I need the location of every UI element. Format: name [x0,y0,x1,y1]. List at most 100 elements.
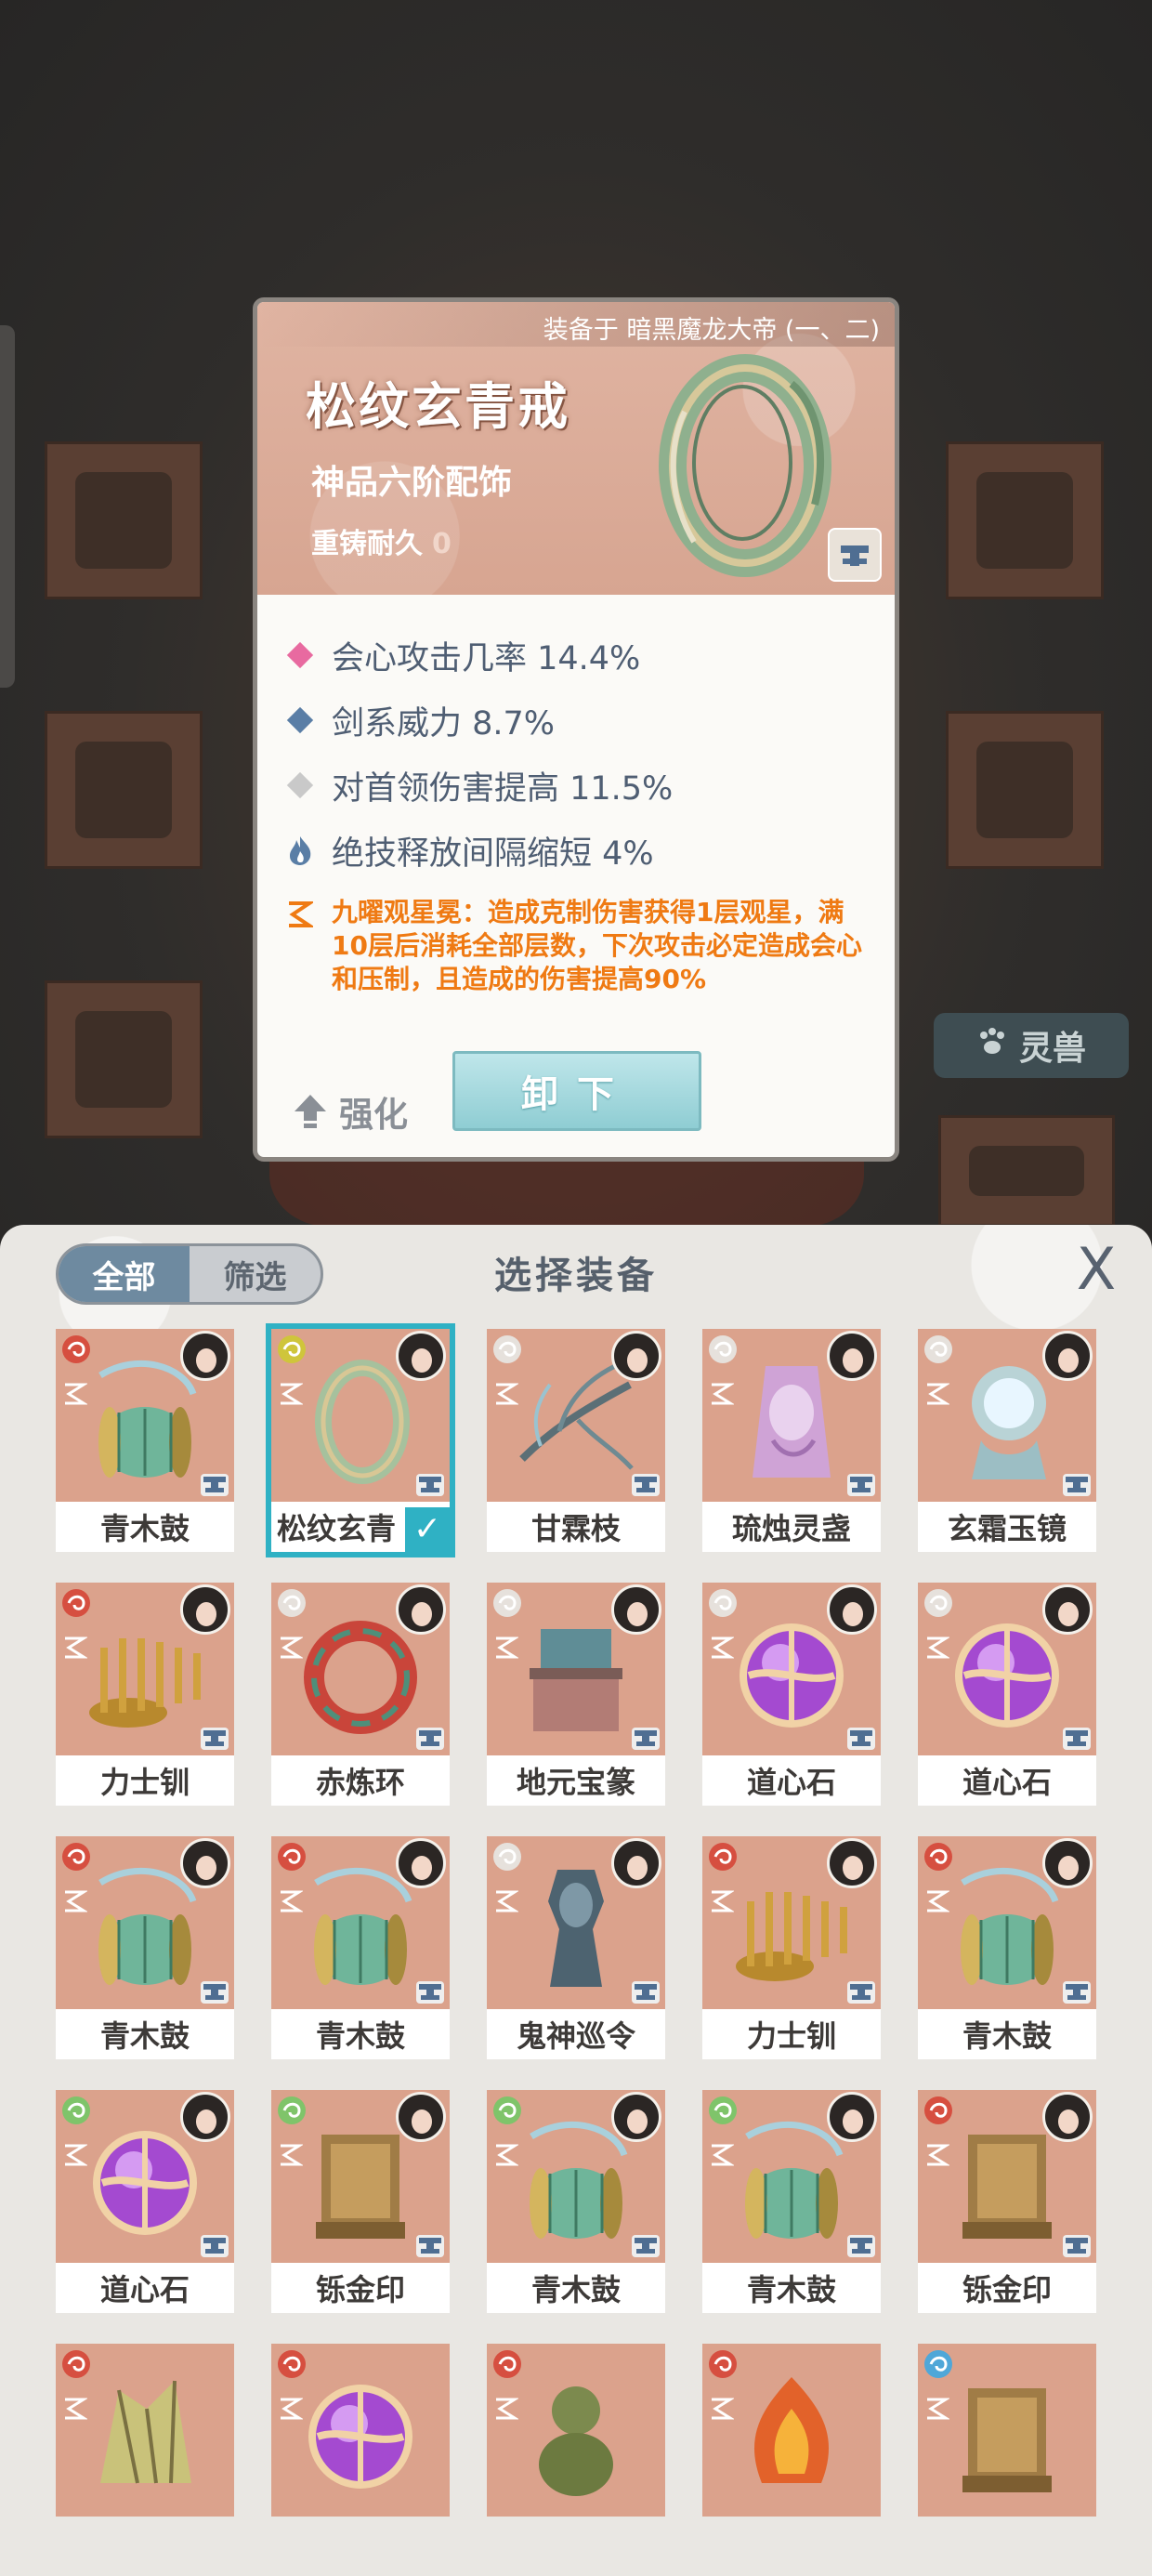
equipment-tile[interactable]: 道心石 [702,1583,881,1806]
branch-icon [519,1363,634,1470]
lock-icon [847,2235,875,2257]
sect-icon [922,1586,955,1620]
strengthen-label: 强化 [339,1095,408,1135]
sect-icon [706,1840,740,1873]
drum-icon [314,1867,412,1985]
sect-icon [922,1333,955,1366]
item-art [271,2344,450,2517]
attribute-icon [492,2396,520,2422]
attribute-icon [708,2142,736,2168]
attribute-icon [277,2142,305,2168]
equipment-tile[interactable] [56,2344,234,2517]
upgrade-arrow-icon [295,1095,326,1128]
bg-equip-slot[interactable] [45,980,203,1138]
beast-button[interactable]: 灵兽 [934,1013,1129,1078]
equipment-tile[interactable] [487,2344,665,2517]
equipment-tile[interactable]: 地元宝篆 [487,1583,665,1806]
unequip-button[interactable]: 卸下 [452,1051,701,1131]
lock-button[interactable] [828,528,882,582]
lock-icon [847,1728,875,1750]
owner-avatar [396,2092,446,2142]
owner-avatar [1042,1838,1093,1888]
crystal-icon [100,2380,191,2484]
orb-icon [955,1623,1059,1728]
panel-title: 选择装备 [494,1255,658,1297]
equipment-name: 铄金印 [315,2272,405,2307]
equipment-tile[interactable]: 力士钏 [702,1836,881,2059]
equipment-tile[interactable]: 力士钏 [56,1583,234,1806]
lock-icon [416,2235,444,2257]
owner-avatar [396,1584,446,1635]
equipment-name: 甘霖枝 [530,1511,621,1546]
equipment-tile[interactable]: 青木鼓 [702,2090,881,2313]
close-button[interactable]: X [1068,1241,1124,1298]
equipment-tile[interactable]: 青木鼓 [487,2090,665,2313]
equipment-tile[interactable]: 鬼神巡令 [487,1836,665,2059]
close-icon: X [1076,1235,1117,1303]
equipment-tile[interactable]: 甘霖枝 [487,1329,665,1552]
lock-icon [416,1728,444,1750]
jade-ring-icon [659,354,831,577]
equipment-tile[interactable]: 琉烛灵盏 [702,1329,881,1552]
equipment-name: 青木鼓 [746,2272,836,2307]
sect-icon [59,2347,93,2381]
equipment-tile[interactable]: 青木鼓 [56,1329,234,1552]
lock-icon [632,1981,660,2004]
equipment-name: 地元宝篆 [516,1765,635,1800]
bg-beast-slot[interactable] [938,1115,1115,1227]
equipment-name: 玄霜玉镜 [947,1511,1067,1546]
bg-equip-slot[interactable] [946,711,1104,869]
sect-icon [491,1333,524,1366]
attribute-icon [708,1635,736,1661]
equipment-name: 青木鼓 [962,2018,1052,2054]
sect-icon [59,1840,93,1873]
item-art [487,2344,665,2517]
sect-icon [922,2094,955,2127]
equipment-name: 青木鼓 [530,2272,621,2307]
equipment-tile[interactable]: 松纹玄青 ✓ [266,1323,455,1557]
bg-equip-slot[interactable] [45,441,203,599]
strengthen-button[interactable]: 强化 [293,1086,408,1137]
owner-avatar [180,2092,230,2142]
equipment-tile[interactable]: 赤炼环 [271,1583,450,1806]
bg-equip-slot[interactable] [946,441,1104,599]
equipment-name: 青木鼓 [99,1511,190,1546]
equipment-tile[interactable]: 青木鼓 [918,1836,1096,2059]
equipment-tile[interactable] [918,2344,1096,2517]
item-detail-card: 装备于 暗黑魔龙大帝 (一、二) 松纹玄青戒 神品六阶配饰 重铸耐久 0 会心攻击… [253,297,899,1162]
owner-avatar [827,1838,877,1888]
set-skill: 九曜观星冕：造成克制伤害获得1层观星，满10层后消耗全部层数，下次攻击必定造成会… [285,896,872,996]
sect-icon [922,2347,955,2381]
sect-icon [491,2347,524,2381]
equipment-tile[interactable] [271,2344,450,2517]
equipment-tile[interactable]: 道心石 [56,2090,234,2313]
equipment-name: 鬼神巡令 [516,2018,635,2054]
drum-icon [98,1360,197,1478]
equipment-tile[interactable]: 道心石 [918,1583,1096,1806]
recast-durability: 重铸耐久 0 [311,520,452,561]
stat-text: 会心攻击几率 14.4% [332,639,641,677]
owner-avatar [1042,1331,1093,1381]
drum-icon [98,1867,197,1985]
attribute-icon [708,2396,736,2422]
equipment-tile[interactable] [702,2344,881,2517]
seal-icon [962,2135,1052,2239]
sect-icon [59,1586,93,1620]
sect-icon [275,1333,308,1366]
equipment-tile[interactable]: 玄霜玉镜 [918,1329,1096,1552]
item-art [56,2344,234,2517]
cauldron-icon [530,1629,622,1731]
side-drawer-tab[interactable] [0,325,15,688]
equipment-tile[interactable]: 铄金印 [918,2090,1096,2313]
equipment-tile[interactable]: 青木鼓 [56,1836,234,2059]
attribute-icon [708,1381,736,1407]
item-art [702,2344,881,2517]
diamond-icon [286,641,314,669]
orb-icon [93,2131,197,2235]
attribute-icon [923,2396,951,2422]
attribute-icon [277,1635,305,1661]
bg-equip-slot[interactable] [45,711,203,869]
mirror-icon [972,1366,1046,1479]
equipment-tile[interactable]: 铄金印 [271,2090,450,2313]
equipment-tile[interactable]: 青木鼓 [271,1836,450,2059]
